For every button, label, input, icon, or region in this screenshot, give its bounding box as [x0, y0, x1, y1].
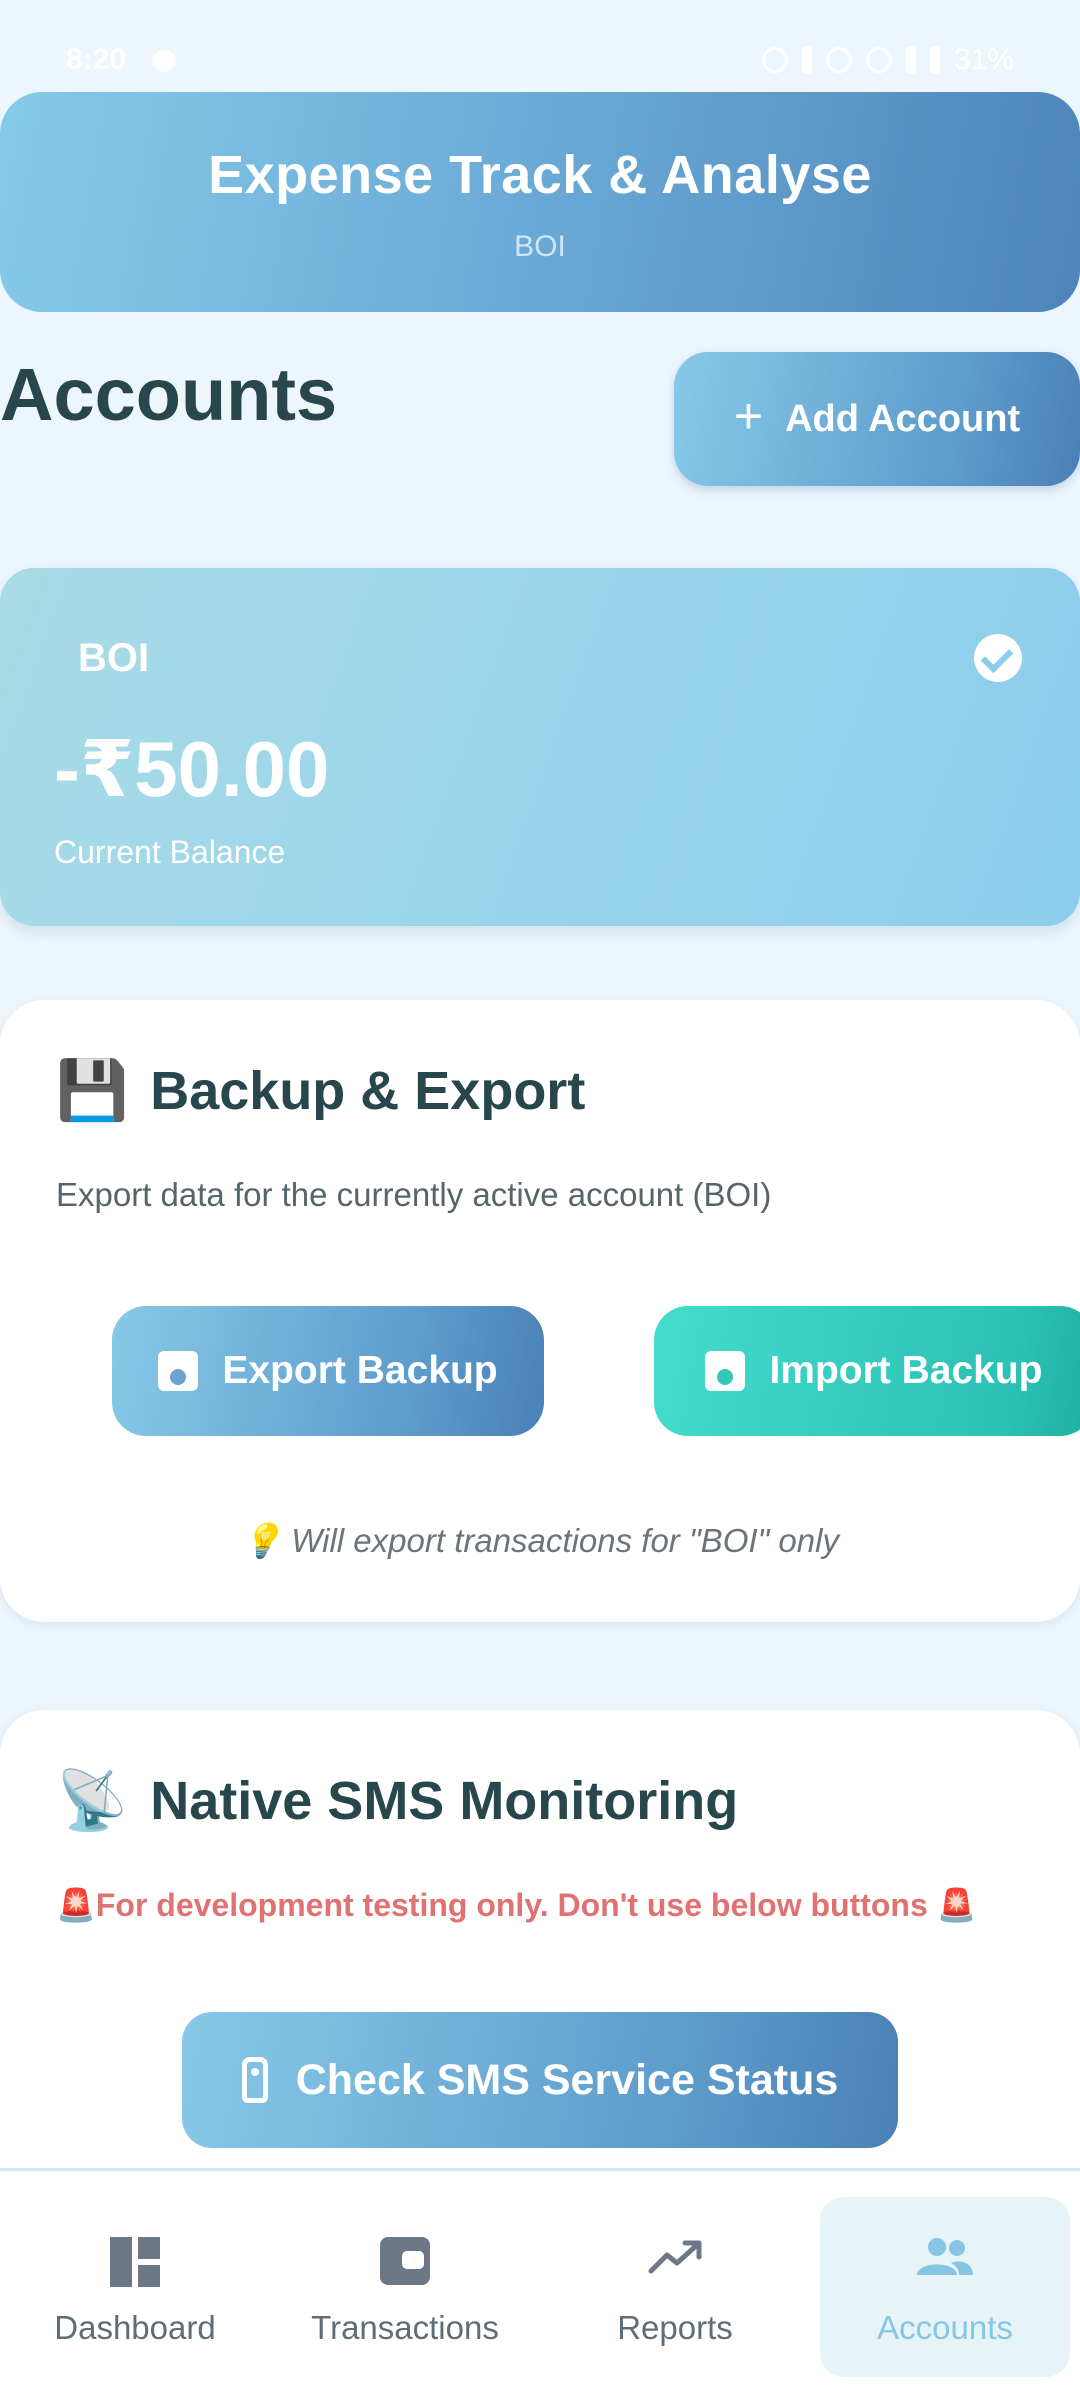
battery-icon [929, 46, 940, 74]
nav-item-reports[interactable]: Reports [550, 2197, 800, 2377]
remote-icon [241, 2057, 268, 2103]
alarm-icon [761, 47, 788, 73]
account-card[interactable]: BOI -₹50.00 Current Balance [0, 568, 1080, 926]
nav-item-transactions[interactable]: Transactions [280, 2197, 530, 2377]
nav-item-dashboard[interactable]: Dashboard [10, 2197, 260, 2377]
status-icons: 31% [761, 43, 1014, 77]
battery-percent: 31% [953, 43, 1014, 76]
check-sms-status-button[interactable]: Check SMS Service Status [182, 2012, 898, 2148]
nav-label: Accounts [877, 2309, 1013, 2346]
dashboard-icon [110, 2237, 160, 2287]
floppy-disk-icon: 💾 [56, 1058, 129, 1123]
backup-export-panel: 💾 Backup & Export Export data for the cu… [0, 1000, 1080, 1622]
save-icon [705, 1351, 746, 1391]
backup-title-text: Backup & Export [150, 1061, 586, 1121]
status-time: 8:20 [66, 43, 127, 76]
import-backup-label: Import Backup [769, 1349, 1043, 1392]
balance-label: Current Balance [54, 834, 286, 870]
add-account-button[interactable]: + Add Account [674, 352, 1080, 486]
app-title: Expense Track & Analyse [208, 145, 872, 205]
backup-description: Export data for the currently active acc… [56, 1176, 772, 1213]
check-sms-status-label: Check SMS Service Status [295, 2055, 839, 2104]
trending-up-icon [648, 2240, 702, 2274]
export-backup-label: Export Backup [222, 1349, 498, 1392]
people-icon [917, 2238, 973, 2275]
account-name: BOI [78, 636, 150, 680]
export-backup-button[interactable]: Export Backup [112, 1306, 544, 1436]
check-circle-icon [974, 634, 1022, 682]
bottom-navigation: Dashboard Transactions Reports Accounts [0, 2168, 1080, 2400]
page-title: Accounts [0, 353, 338, 436]
nav-label: Dashboard [54, 2309, 216, 2346]
nav-label: Transactions [311, 2309, 499, 2346]
status-bar: 8:20 31% [0, 0, 1080, 100]
active-account-subtitle: BOI [514, 230, 566, 263]
sms-warning: 🚨For development testing only. Don't use… [56, 1887, 977, 1923]
add-account-label: Add Account [785, 397, 1021, 440]
account-balance: -₹50.00 [54, 725, 330, 813]
nav-item-accounts[interactable]: Accounts [820, 2197, 1070, 2377]
backup-hint: 💡 Will export transactions for "BOI" onl… [241, 1522, 839, 1559]
backup-title: 💾 Backup & Export [56, 1060, 585, 1122]
chat-notification-icon [152, 50, 176, 72]
nav-label: Reports [617, 2309, 733, 2346]
wifi-icon [865, 47, 892, 73]
plus-icon: + [733, 388, 764, 444]
satellite-dish-icon: 📡 [56, 1768, 129, 1833]
sms-title-text: Native SMS Monitoring [150, 1771, 739, 1831]
sms-title: 📡 Native SMS Monitoring [56, 1770, 738, 1832]
wallet-icon [380, 2237, 430, 2285]
import-backup-button[interactable]: Import Backup [654, 1306, 1080, 1436]
call-icon [825, 47, 852, 73]
bluetooth-icon [801, 46, 812, 74]
save-icon [158, 1351, 199, 1391]
app-header: Expense Track & Analyse BOI [0, 92, 1080, 312]
signal-icon [905, 46, 916, 74]
